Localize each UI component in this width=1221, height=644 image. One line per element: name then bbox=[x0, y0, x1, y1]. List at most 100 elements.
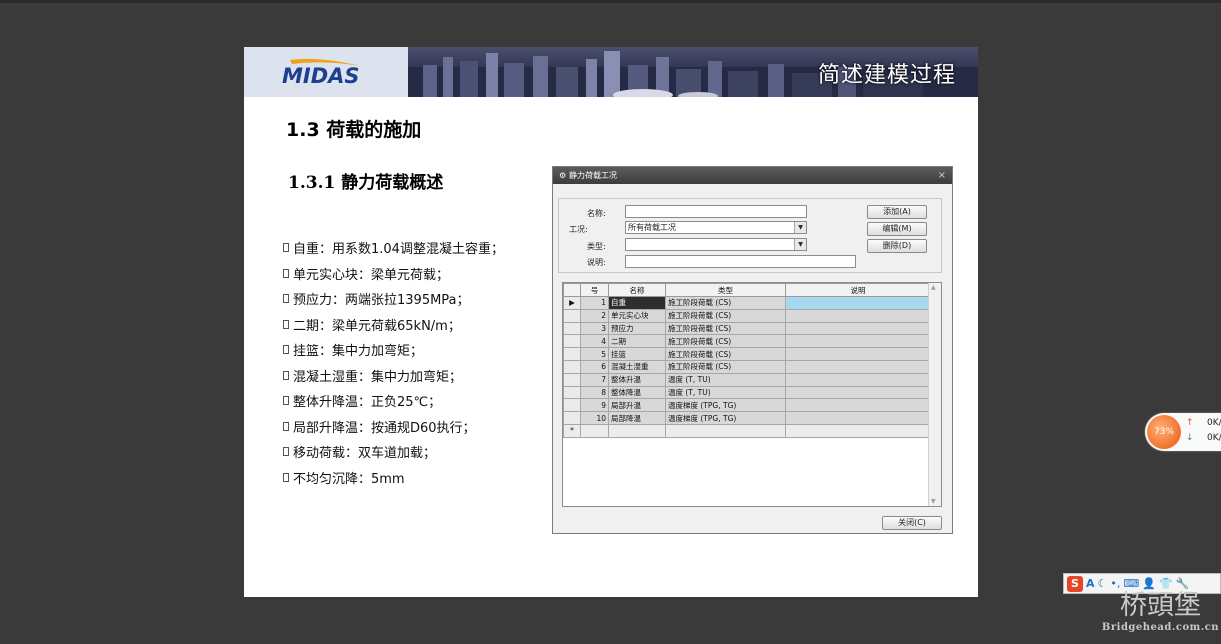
list-item: 挂篮：集中力加弯矩； bbox=[283, 337, 504, 363]
row-description[interactable] bbox=[785, 398, 931, 413]
row-number[interactable]: 9 bbox=[580, 398, 609, 413]
row-name[interactable]: 整体降温 bbox=[608, 385, 666, 400]
new-row-cell[interactable] bbox=[580, 423, 609, 438]
column-header-no[interactable]: 号 bbox=[580, 283, 609, 297]
case-label: 工况: bbox=[569, 225, 588, 234]
row-selector[interactable] bbox=[563, 398, 581, 413]
row-type[interactable]: 施工阶段荷载 (CS) bbox=[665, 296, 786, 310]
row-number[interactable]: 7 bbox=[580, 372, 609, 387]
case-select[interactable]: 所有荷载工况 ▼ bbox=[625, 221, 807, 234]
list-item: 混凝土湿重：集中力加弯矩； bbox=[283, 363, 504, 389]
row-description[interactable] bbox=[785, 347, 931, 361]
row-description[interactable] bbox=[785, 321, 931, 336]
row-type[interactable]: 施工阶段荷载 (CS) bbox=[665, 359, 786, 374]
row-name[interactable]: 挂篮 bbox=[608, 347, 666, 361]
row-type[interactable]: 施工阶段荷载 (CS) bbox=[665, 308, 786, 323]
new-row[interactable]: * bbox=[563, 423, 931, 438]
table-row[interactable]: 7 整体升温 温度 (T, TU) bbox=[563, 372, 931, 387]
row-description[interactable] bbox=[785, 359, 931, 374]
table-row[interactable]: 2 单元实心块 施工阶段荷载 (CS) bbox=[563, 308, 931, 323]
table-row[interactable]: 3 预应力 施工阶段荷载 (CS) bbox=[563, 321, 931, 336]
column-header-description[interactable]: 说明 bbox=[785, 283, 931, 297]
row-selector[interactable] bbox=[563, 411, 581, 425]
row-type[interactable]: 温度梯度 (TPG, TG) bbox=[665, 411, 786, 425]
row-type[interactable]: 施工阶段荷载 (CS) bbox=[665, 347, 786, 361]
row-name[interactable]: 预应力 bbox=[608, 321, 666, 336]
new-row-cell[interactable] bbox=[608, 423, 666, 438]
column-header-name[interactable]: 名称 bbox=[608, 283, 666, 297]
row-selector[interactable] bbox=[563, 359, 581, 374]
table-row[interactable]: 6 混凝土湿重 施工阶段荷载 (CS) bbox=[563, 359, 931, 374]
row-selector[interactable] bbox=[563, 385, 581, 400]
row-selector[interactable] bbox=[563, 372, 581, 387]
row-type[interactable]: 施工阶段荷载 (CS) bbox=[665, 321, 786, 336]
table-row[interactable]: 4 二期 施工阶段荷载 (CS) bbox=[563, 334, 931, 349]
row-type[interactable]: 施工阶段荷载 (CS) bbox=[665, 334, 786, 349]
description-label: 说明: bbox=[587, 258, 606, 267]
name-input[interactable] bbox=[625, 205, 807, 218]
table-row[interactable]: 8 整体降温 温度 (T, TU) bbox=[563, 385, 931, 400]
scroll-down-icon[interactable]: ▼ bbox=[931, 498, 936, 505]
row-name[interactable]: 单元实心块 bbox=[608, 308, 666, 323]
row-number[interactable]: 2 bbox=[580, 308, 609, 323]
table-scrollbar[interactable]: ▲ ▼ bbox=[928, 283, 941, 506]
row-type[interactable]: 温度梯度 (TPG, TG) bbox=[665, 398, 786, 413]
description-input[interactable] bbox=[625, 255, 856, 268]
chevron-down-icon[interactable]: ▼ bbox=[794, 239, 806, 250]
table-header-row: 号 名称 类型 说明 bbox=[563, 283, 931, 297]
row-name[interactable]: 混凝土湿重 bbox=[608, 359, 666, 374]
chevron-down-icon[interactable]: ▼ bbox=[794, 222, 806, 233]
close-icon[interactable]: × bbox=[938, 167, 946, 184]
new-row-cell[interactable] bbox=[665, 423, 786, 438]
upload-speed: 0K/ bbox=[1207, 418, 1221, 428]
presentation-slide: MIDAS 简述建模过程 1.3 荷载的施加 1.3.1 静力荷载概述 自重：用… bbox=[244, 47, 978, 597]
row-type[interactable]: 温度 (T, TU) bbox=[665, 372, 786, 387]
row-description[interactable] bbox=[785, 385, 931, 400]
table-row[interactable]: 10 局部降温 温度梯度 (TPG, TG) bbox=[563, 411, 931, 425]
row-description[interactable] bbox=[785, 334, 931, 349]
column-header-type[interactable]: 类型 bbox=[665, 283, 786, 297]
row-number[interactable]: 3 bbox=[580, 321, 609, 336]
usage-percent[interactable]: 73% bbox=[1147, 415, 1181, 449]
table-row[interactable]: ▶ 1 自重 施工阶段荷载 (CS) bbox=[563, 296, 931, 310]
row-description[interactable] bbox=[785, 411, 931, 425]
midas-logo-icon: MIDAS bbox=[282, 58, 360, 86]
row-name[interactable]: 局部升温 bbox=[608, 398, 666, 413]
row-description[interactable] bbox=[785, 372, 931, 387]
row-selector[interactable] bbox=[563, 308, 581, 323]
type-select[interactable]: ▼ bbox=[625, 238, 807, 251]
download-speed: 0K/ bbox=[1207, 433, 1221, 443]
table-row[interactable]: 9 局部升温 温度梯度 (TPG, TG) bbox=[563, 398, 931, 413]
row-name[interactable]: 局部降温 bbox=[608, 411, 666, 425]
row-description[interactable] bbox=[785, 308, 931, 323]
table-row[interactable]: 5 挂篮 施工阶段荷载 (CS) bbox=[563, 347, 931, 361]
ime-logo-icon[interactable]: S bbox=[1067, 575, 1083, 592]
row-number[interactable]: 4 bbox=[580, 334, 609, 349]
row-number[interactable]: 5 bbox=[580, 347, 609, 361]
edit-button[interactable]: 编辑(M) bbox=[867, 222, 927, 236]
row-number[interactable]: 10 bbox=[580, 411, 609, 425]
add-button[interactable]: 添加(A) bbox=[867, 205, 927, 219]
row-name[interactable]: 二期 bbox=[608, 334, 666, 349]
row-name[interactable]: 整体升温 bbox=[608, 372, 666, 387]
logo-text: MIDAS bbox=[282, 64, 360, 86]
row-description[interactable] bbox=[785, 296, 931, 310]
row-name[interactable]: 自重 bbox=[608, 296, 666, 310]
bullet-icon bbox=[283, 396, 289, 406]
new-row-cell[interactable] bbox=[785, 423, 931, 438]
row-selector[interactable] bbox=[563, 347, 581, 361]
delete-button[interactable]: 删除(D) bbox=[867, 239, 927, 253]
list-item-text: 挂篮：集中力加弯矩； bbox=[293, 344, 424, 360]
scroll-up-icon[interactable]: ▲ bbox=[931, 284, 936, 291]
list-item-text: 局部升降温：按通规D60执行； bbox=[293, 420, 476, 436]
row-selector[interactable] bbox=[563, 334, 581, 349]
close-button[interactable]: 关闭(C) bbox=[882, 516, 942, 530]
dialog-title: 静力荷载工况 bbox=[569, 171, 617, 180]
ime-mode[interactable]: A bbox=[1086, 576, 1095, 592]
row-number[interactable]: 1 bbox=[580, 296, 609, 310]
row-type[interactable]: 温度 (T, TU) bbox=[665, 385, 786, 400]
row-number[interactable]: 8 bbox=[580, 385, 609, 400]
row-selector[interactable] bbox=[563, 321, 581, 336]
network-speed-widget[interactable]: 73% ↑ 0K/ ↓ 0K/ bbox=[1145, 413, 1221, 451]
row-number[interactable]: 6 bbox=[580, 359, 609, 374]
